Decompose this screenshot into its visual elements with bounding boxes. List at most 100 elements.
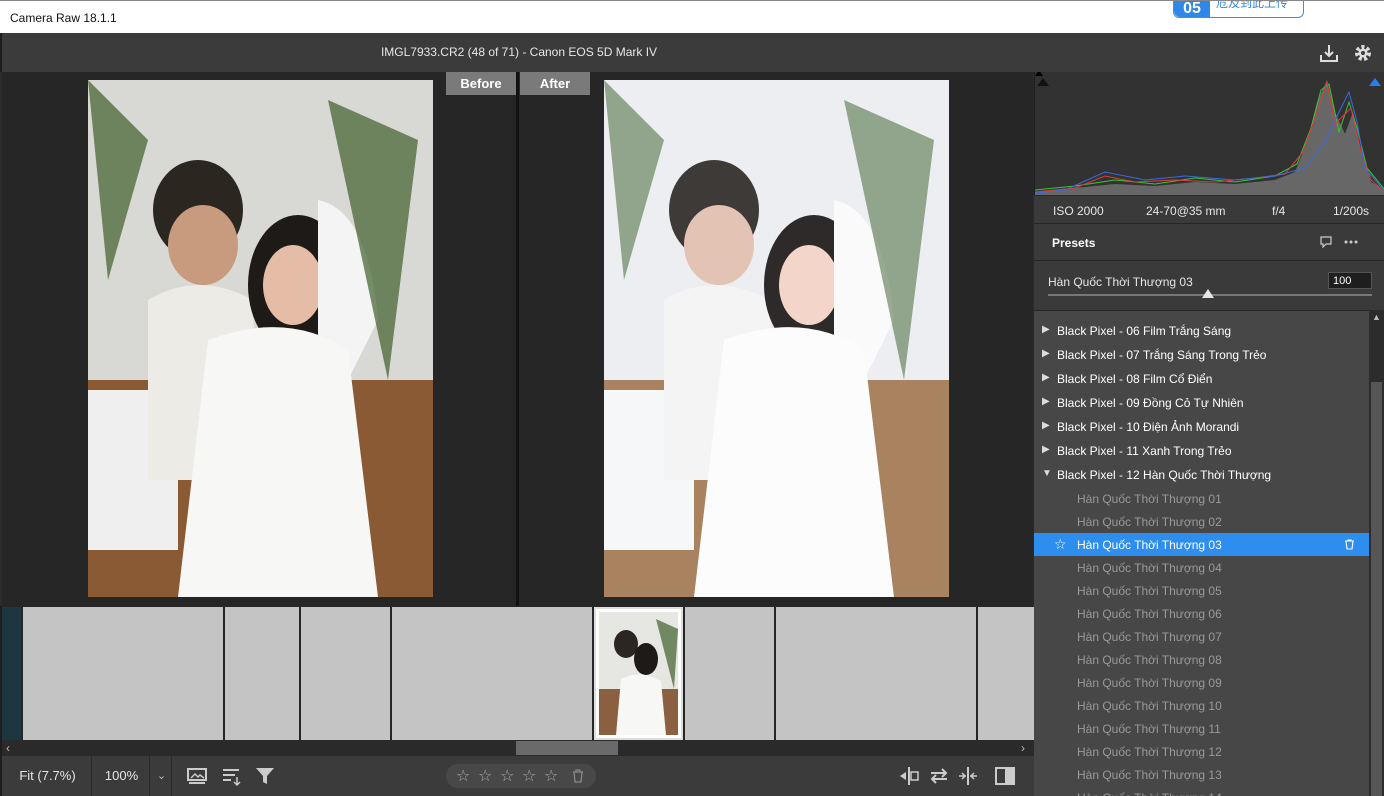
filmstrip-thumb[interactable] [2,607,21,740]
new-preset-icon[interactable] [1320,236,1332,248]
preset-item[interactable]: Hàn Quốc Thời Thượng 06 [1034,602,1369,625]
preset-item[interactable]: Hàn Quốc Thời Thượng 13 [1034,763,1369,786]
preset-group-label: Black Pixel - 11 Xanh Trong Trẻo [1057,444,1232,458]
preset-list[interactable]: ▶ Black Pixel - 06 Film Trắng Sáng ▶ Black … [1034,310,1369,796]
preset-item-label: Hàn Quốc Thời Thượng 03 [1077,538,1222,552]
zoom-dropdown[interactable]: ⌄ [152,756,172,796]
preset-item[interactable]: Hàn Quốc Thời Thượng 14 [1034,786,1369,796]
preset-list-scrollbar[interactable]: ▲ [1369,310,1384,796]
preset-item-label: Hàn Quốc Thời Thượng 02 [1077,515,1222,529]
trash-icon[interactable] [1344,539,1355,550]
preset-group[interactable]: ▶ Black Pixel - 11 Xanh Trong Trẻo [1034,439,1369,463]
badge-number: 05 [1174,1,1210,17]
preset-group-label: Black Pixel - 10 Điện Ảnh Morandi [1057,420,1240,434]
before-label: Before [446,72,516,95]
favorite-star-icon[interactable]: ☆ [1054,536,1067,553]
zoom-fit-button[interactable]: Fit (7.7%) [4,756,92,796]
scroll-left-icon[interactable]: ‹ [6,741,10,755]
preset-group[interactable]: ▶ Black Pixel - 09 Đồng Cỏ Tự Nhiên [1034,391,1369,415]
preset-item[interactable]: Hàn Quốc Thời Thượng 12 [1034,740,1369,763]
more-icon[interactable] [1344,240,1358,244]
rating-stars[interactable]: ☆ ☆ ☆ ☆ ☆ [446,764,596,788]
filmstrip-icon[interactable] [186,765,208,787]
slider-knob[interactable] [1202,289,1214,298]
scroll-up-icon[interactable]: ▲ [1372,312,1381,322]
preset-item[interactable]: Hàn Quốc Thời Thượng 11 [1034,717,1369,740]
chevron-right-icon[interactable]: ▶ [1042,444,1050,455]
copy-settings-icon[interactable] [957,765,979,787]
before-after-divider [516,72,519,606]
preset-item[interactable]: Hàn Quốc Thời Thượng 05 [1034,579,1369,602]
file-info: IMGL7933.CR2 (48 of 71) - Canon EOS 5D M… [380,45,658,59]
after-photo [604,80,949,597]
compare-icon[interactable] [898,765,920,787]
preset-group[interactable]: ▶ Black Pixel - 07 Trắng Sáng Trong Trẻo [1034,343,1369,367]
save-icon[interactable] [1318,42,1340,64]
preset-item-label: Hàn Quốc Thời Thượng 06 [1077,607,1222,621]
gear-icon[interactable] [1352,42,1374,64]
preset-item[interactable]: Hàn Quốc Thời Thượng 01 [1034,487,1369,510]
filmstrip-thumb[interactable] [301,607,390,740]
preset-item-selected[interactable]: ☆ Hàn Quốc Thời Thượng 03 [1034,533,1369,556]
swap-icon[interactable] [928,765,950,787]
preset-item-label: Hàn Quốc Thời Thượng 08 [1077,653,1222,667]
preset-group[interactable]: ▼ Black Pixel - 12 Hàn Quốc Thời Thượng [1034,463,1369,487]
scrollbar-thumb[interactable] [1371,382,1382,796]
star-icon[interactable]: ☆ [478,766,492,786]
scrollbar-thumb[interactable] [516,741,618,755]
filmstrip-thumb[interactable] [685,607,774,740]
filmstrip-thumb[interactable] [225,607,299,740]
filmstrip-scrollbar[interactable]: ‹ › [0,740,1034,756]
filmstrip-thumb[interactable] [978,607,1036,740]
scroll-right-icon[interactable]: › [1021,741,1025,755]
after-label: After [520,72,590,95]
chevron-right-icon[interactable]: ▶ [1042,420,1050,431]
preset-amount-field[interactable] [1328,272,1372,289]
star-icon[interactable]: ☆ [500,766,514,786]
filmstrip-thumb[interactable] [776,607,976,740]
preset-group[interactable]: ▶ Black Pixel - 08 Film Cổ Điển [1034,367,1369,391]
preset-group-label: Black Pixel - 09 Đồng Cỏ Tự Nhiên [1057,396,1244,410]
preset-group-label: Black Pixel - 12 Hàn Quốc Thời Thượng [1057,468,1272,482]
before-after-icon[interactable] [994,765,1016,787]
chevron-right-icon[interactable]: ▶ [1042,372,1050,383]
exif-shutter: 1/200s [1333,204,1370,218]
sort-icon[interactable] [220,765,242,787]
upload-badge[interactable]: 05 危及到此上传 [1173,1,1304,18]
window-titlebar: Camera Raw 18.1.1 05 危及到此上传 [0,0,1384,33]
filmstrip[interactable] [0,606,1036,740]
presets-header[interactable]: Presets [1034,223,1384,260]
bottom-toolbar: Fit (7.7%) 100% ⌄ ☆ ☆ ☆ ☆ ☆ [0,756,1034,796]
exif-lens: 24-70@35 mm [1146,204,1226,218]
preset-item[interactable]: Hàn Quốc Thời Thượng 04 [1034,556,1369,579]
filmstrip-thumb[interactable] [392,607,592,740]
preset-item[interactable]: Hàn Quốc Thời Thượng 07 [1034,625,1369,648]
badge-text: 危及到此上传 [1216,1,1289,10]
filmstrip-thumb-selected[interactable] [594,607,683,740]
filter-icon[interactable] [254,765,276,787]
right-panel: ISO 2000 24-70@35 mm f/4 1/200s Presets … [1034,72,1384,796]
preset-item[interactable]: Hàn Quốc Thời Thượng 02 [1034,510,1369,533]
preset-group[interactable]: ▶ Black Pixel - 06 Film Trắng Sáng [1034,319,1369,343]
preset-item[interactable]: Hàn Quốc Thời Thượng 10 [1034,694,1369,717]
star-icon[interactable]: ☆ [456,766,470,786]
preset-item-label: Hàn Quốc Thời Thượng 04 [1077,561,1222,575]
filmstrip-thumb[interactable] [23,607,223,740]
preset-amount: Hàn Quốc Thời Thượng 03 [1034,260,1384,310]
trash-icon[interactable] [572,769,584,783]
preset-item[interactable]: Hàn Quốc Thời Thượng 08 [1034,648,1369,671]
histogram[interactable] [1034,72,1384,195]
chevron-right-icon[interactable]: ▶ [1042,348,1050,359]
preset-item[interactable]: Hàn Quốc Thời Thượng 09 [1034,671,1369,694]
chevron-right-icon[interactable]: ▶ [1042,324,1050,335]
exif-info: ISO 2000 24-70@35 mm f/4 1/200s [1034,195,1384,223]
chevron-down-icon[interactable]: ▼ [1042,468,1052,479]
window-title: Camera Raw 18.1.1 [10,11,117,25]
star-icon[interactable]: ☆ [522,766,536,786]
chevron-right-icon[interactable]: ▶ [1042,396,1050,407]
preset-group-label: Black Pixel - 07 Trắng Sáng Trong Trẻo [1057,348,1267,362]
star-icon[interactable]: ☆ [544,766,558,786]
presets-title: Presets [1052,236,1096,250]
preset-group[interactable]: ▶ Black Pixel - 10 Điện Ảnh Morandi [1034,415,1369,439]
zoom-100-button[interactable]: 100% [94,756,150,796]
